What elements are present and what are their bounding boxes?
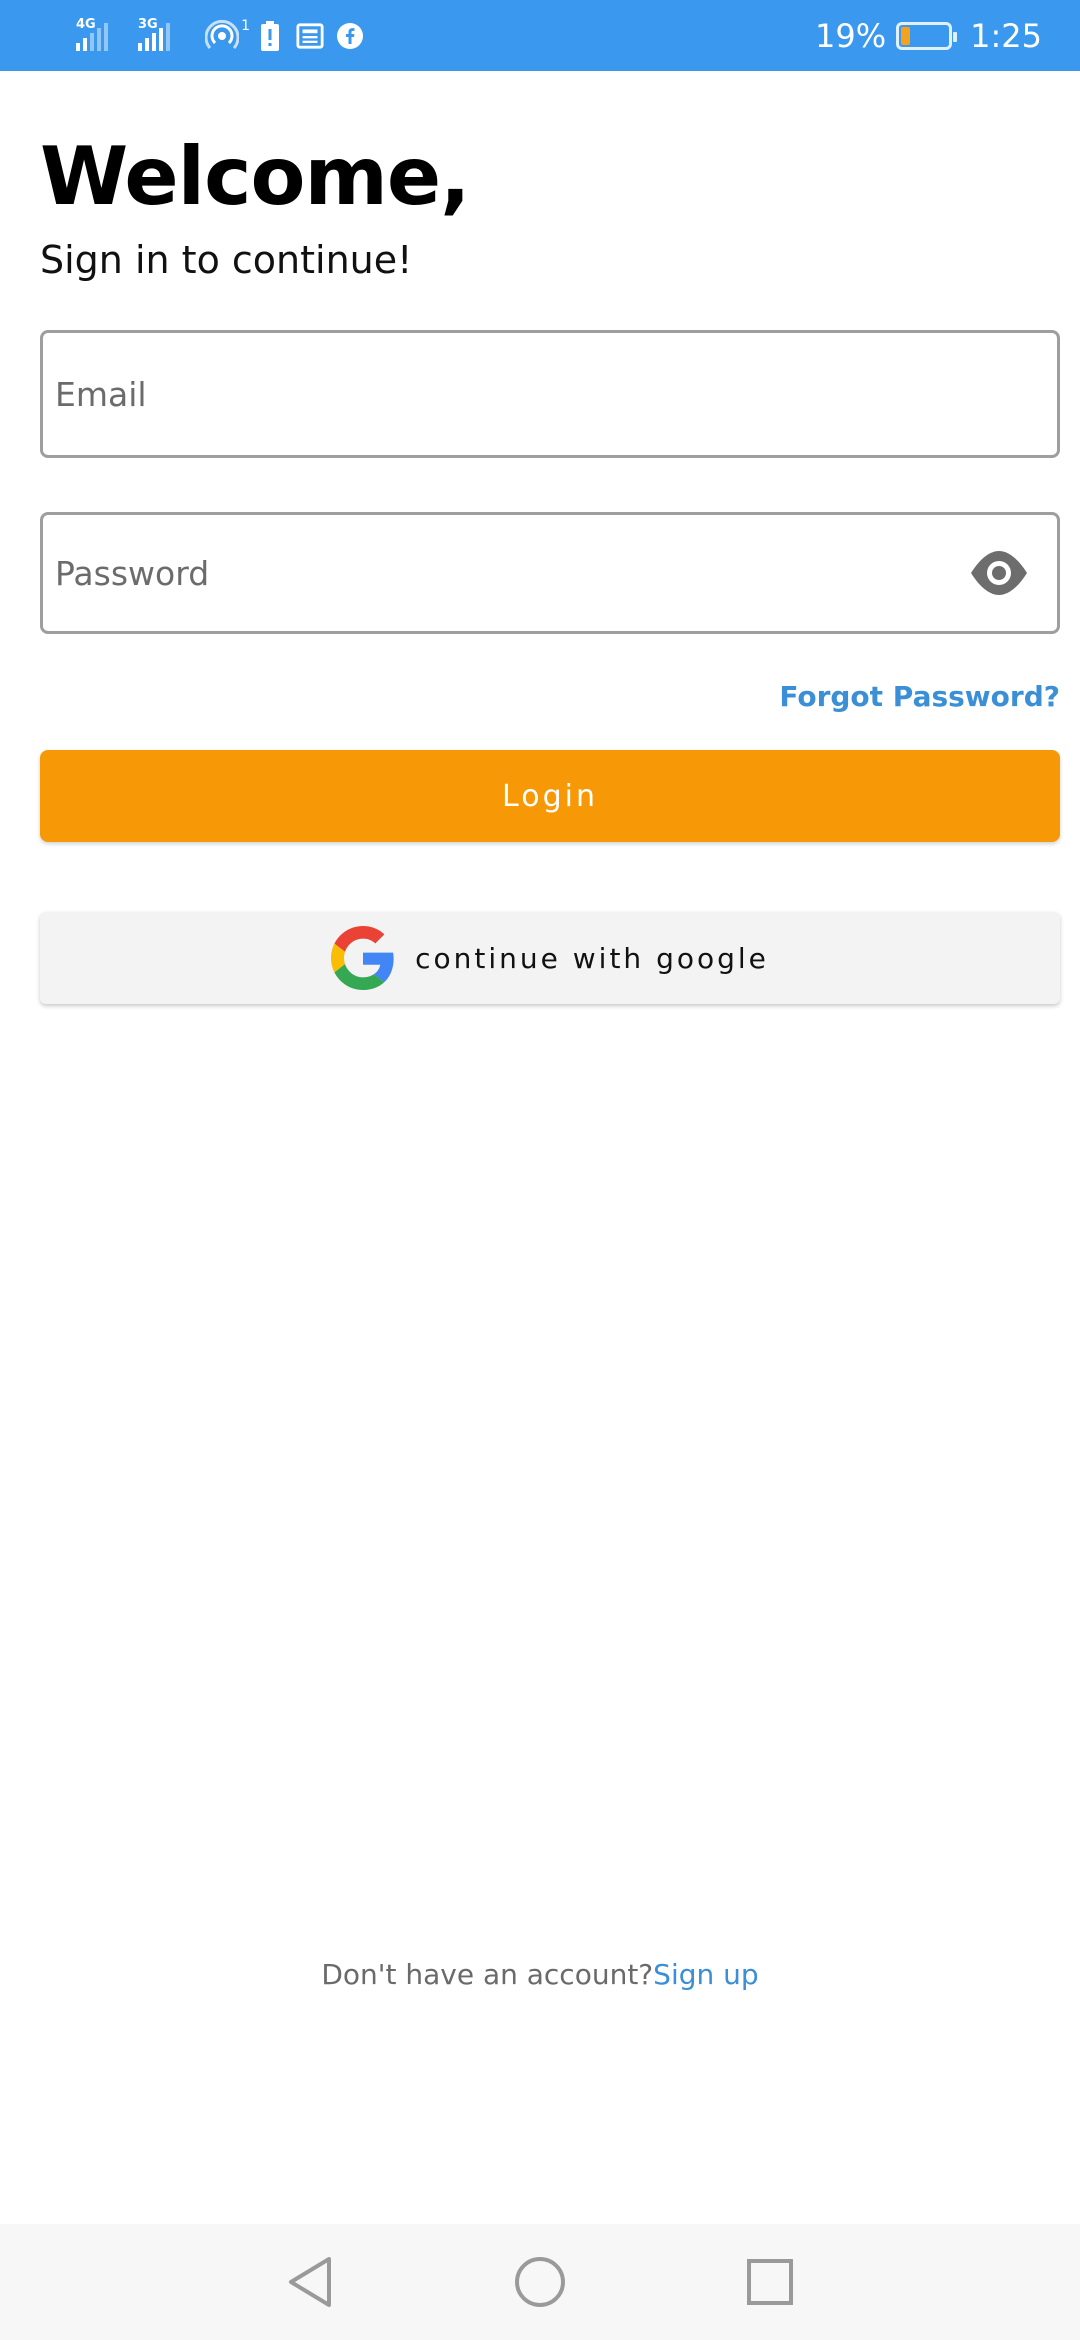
status-right: 19% 1:25 [815, 0, 1042, 71]
signal-4g-icon: 4G [76, 17, 126, 51]
battery-icon [896, 21, 958, 50]
email-input[interactable] [43, 374, 1057, 414]
login-button[interactable]: Login [40, 750, 1060, 842]
signup-row: Don't have an account?Sign up [0, 1958, 1080, 1991]
status-icons: 4G 3G 1 [76, 16, 364, 56]
forgot-password-link[interactable]: Forgot Password? [779, 680, 1060, 713]
news-icon [296, 22, 324, 50]
battery-fill [901, 26, 910, 45]
network-type-label: 3G [138, 17, 158, 32]
home-circle-icon[interactable] [510, 2252, 570, 2312]
battery-percent: 19% [815, 16, 887, 55]
password-field[interactable] [40, 512, 1060, 634]
network-type-label: 4G [76, 17, 96, 32]
clock: 1:25 [970, 16, 1042, 55]
recents-square-icon[interactable] [740, 2252, 800, 2312]
google-button-label: continue with google [415, 941, 769, 975]
password-input[interactable] [43, 553, 1057, 593]
google-signin-button[interactable]: continue with google [40, 912, 1060, 1004]
hotspot-count: 1 [241, 18, 250, 34]
signup-prompt: Don't have an account? [321, 1958, 654, 1991]
system-nav-bar [0, 2224, 1080, 2340]
page-title: Welcome, [40, 130, 470, 223]
signup-link[interactable]: Sign up [653, 1958, 759, 1991]
page-subtitle: Sign in to continue! [40, 238, 413, 282]
status-bar: 4G 3G 1 19% 1:25 [0, 0, 1080, 71]
email-field[interactable] [40, 330, 1060, 458]
signal-3g-icon: 3G [138, 17, 188, 51]
hotspot-icon: 1 [200, 18, 250, 50]
battery-alert-icon [256, 21, 284, 51]
eye-icon[interactable] [969, 543, 1029, 603]
facebook-icon [336, 22, 364, 50]
google-logo-icon [331, 926, 395, 990]
back-triangle-icon[interactable] [280, 2252, 340, 2312]
